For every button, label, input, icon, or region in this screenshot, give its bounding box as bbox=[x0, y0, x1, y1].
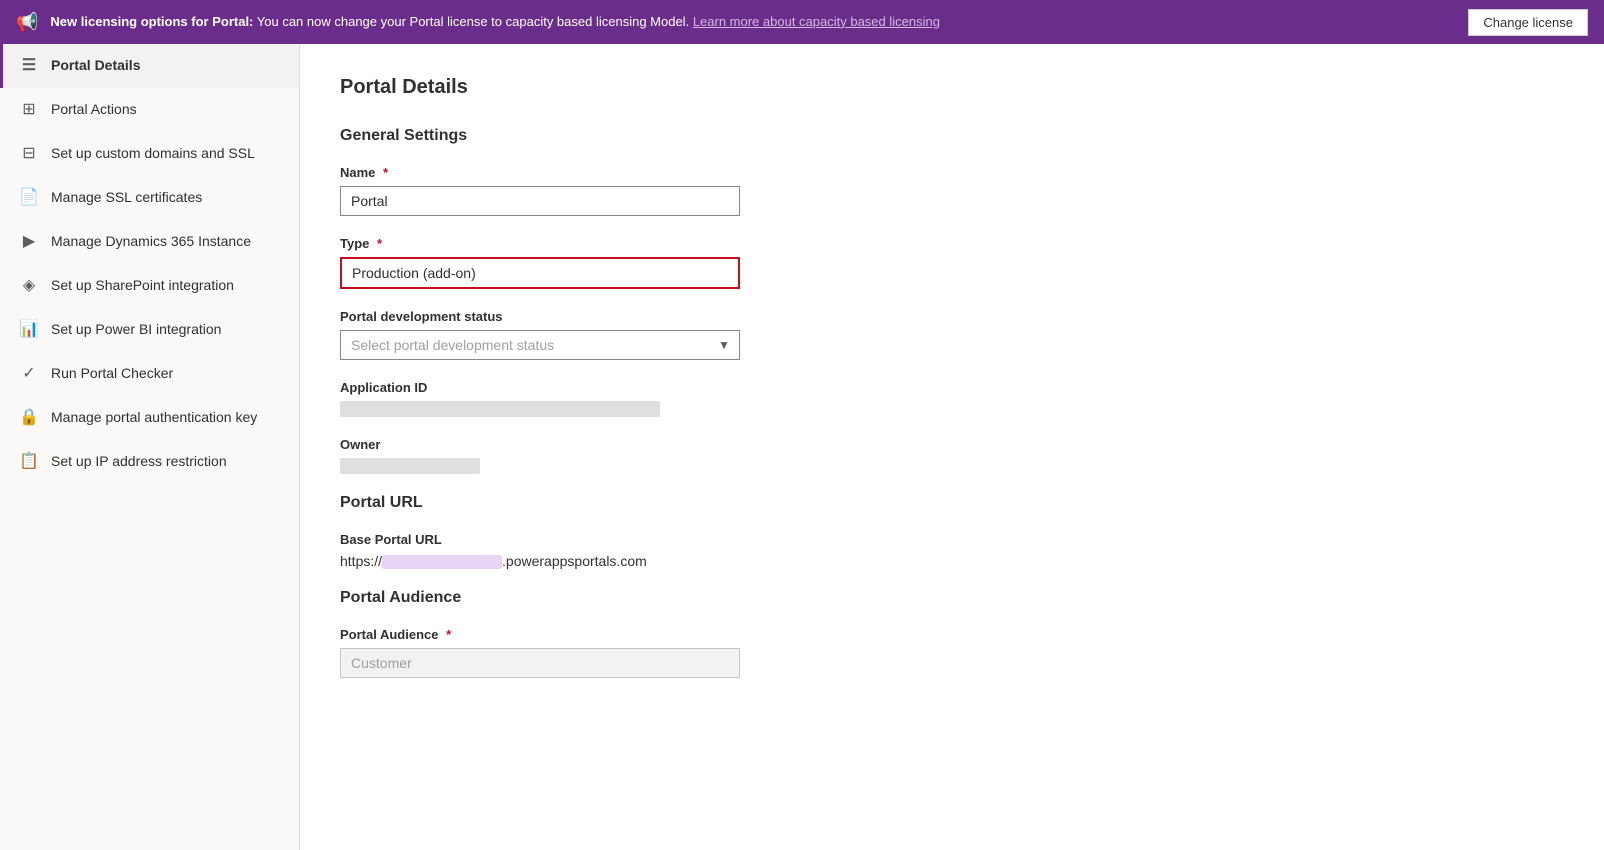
name-label: Name * bbox=[340, 165, 1564, 180]
sidebar-icon-sharepoint: ◈ bbox=[19, 276, 39, 296]
sidebar-icon-auth-key: 🔒 bbox=[19, 408, 39, 428]
url-redacted-part bbox=[382, 555, 502, 569]
sidebar-item-ip-restriction[interactable]: 📋 Set up IP address restriction bbox=[0, 440, 299, 484]
sidebar-icon-portal-checker: ✓ bbox=[19, 364, 39, 384]
sidebar-item-auth-key[interactable]: 🔒 Manage portal authentication key bbox=[0, 396, 299, 440]
portal-dev-status-wrapper: Select portal development status Develop… bbox=[340, 330, 740, 360]
audience-required-star: * bbox=[446, 627, 451, 642]
sidebar-label-portal-details: Portal Details bbox=[51, 56, 283, 76]
sidebar-item-sharepoint[interactable]: ◈ Set up SharePoint integration bbox=[0, 264, 299, 308]
sidebar-icon-portal-details: ☰ bbox=[19, 56, 39, 76]
banner-text: New licensing options for Portal: You ca… bbox=[50, 13, 1456, 31]
sidebar-icon-ssl-certs: 📄 bbox=[19, 188, 39, 208]
learn-more-link[interactable]: Learn more about capacity based licensin… bbox=[693, 14, 940, 29]
sidebar-item-portal-actions[interactable]: ⊞ Portal Actions bbox=[0, 88, 299, 132]
portal-dev-status-group: Portal development status Select portal … bbox=[340, 309, 1564, 360]
type-field-group: Type * bbox=[340, 236, 1564, 289]
announcement-icon: 📢 bbox=[16, 12, 38, 33]
base-portal-url-value: https:// .powerappsportals.com bbox=[340, 553, 1564, 569]
owner-label: Owner bbox=[340, 437, 1564, 452]
sidebar-item-dynamics-instance[interactable]: ▶ Manage Dynamics 365 Instance bbox=[0, 220, 299, 264]
sidebar-label-auth-key: Manage portal authentication key bbox=[51, 408, 283, 428]
application-id-redacted bbox=[340, 401, 660, 417]
name-required-star: * bbox=[383, 165, 388, 180]
name-field-group: Name * bbox=[340, 165, 1564, 216]
owner-redacted bbox=[340, 458, 480, 474]
portal-audience-title: Portal Audience bbox=[340, 589, 1564, 607]
sidebar-label-ip-restriction: Set up IP address restriction bbox=[51, 452, 283, 472]
sidebar: ☰ Portal Details ⊞ Portal Actions ⊟ Set up cu… bbox=[0, 44, 300, 850]
application-id-group: Application ID bbox=[340, 380, 1564, 417]
application-id-label: Application ID bbox=[340, 380, 1564, 395]
name-input[interactable] bbox=[340, 186, 740, 216]
portal-url-title: Portal URL bbox=[340, 494, 1564, 512]
content-area: Portal Details General Settings Name * T… bbox=[300, 44, 1604, 850]
sidebar-label-power-bi: Set up Power BI integration bbox=[51, 320, 283, 340]
banner-normal-text: You can now change your Portal license t… bbox=[257, 14, 689, 29]
url-prefix: https:// bbox=[340, 553, 382, 569]
portal-audience-label: Portal Audience * bbox=[340, 627, 1564, 642]
sidebar-item-portal-checker[interactable]: ✓ Run Portal Checker bbox=[0, 352, 299, 396]
sidebar-label-ssl-certs: Manage SSL certificates bbox=[51, 188, 283, 208]
sidebar-icon-portal-actions: ⊞ bbox=[19, 100, 39, 120]
sidebar-label-portal-actions: Portal Actions bbox=[51, 100, 283, 120]
sidebar-item-portal-details[interactable]: ☰ Portal Details bbox=[0, 44, 299, 88]
page-title: Portal Details bbox=[340, 76, 1564, 99]
sidebar-label-custom-domains: Set up custom domains and SSL bbox=[51, 144, 283, 164]
base-portal-url-group: Base Portal URL https:// .powerappsportal… bbox=[340, 532, 1564, 569]
sidebar-label-dynamics-instance: Manage Dynamics 365 Instance bbox=[51, 232, 283, 252]
sidebar-item-power-bi[interactable]: 📊 Set up Power BI integration bbox=[0, 308, 299, 352]
portal-dev-status-select[interactable]: Select portal development status Develop… bbox=[340, 330, 740, 360]
url-suffix: .powerappsportals.com bbox=[502, 553, 647, 569]
sidebar-icon-ip-restriction: 📋 bbox=[19, 452, 39, 472]
type-required-star: * bbox=[377, 236, 382, 251]
type-label: Type * bbox=[340, 236, 1564, 251]
change-license-button[interactable]: Change license bbox=[1468, 9, 1588, 36]
portal-audience-group: Portal Audience * bbox=[340, 627, 1564, 678]
type-input[interactable] bbox=[340, 257, 740, 289]
banner-bold-text: New licensing options for Portal: bbox=[50, 14, 253, 29]
sidebar-item-custom-domains[interactable]: ⊟ Set up custom domains and SSL bbox=[0, 132, 299, 176]
portal-dev-status-label: Portal development status bbox=[340, 309, 1564, 324]
sidebar-label-portal-checker: Run Portal Checker bbox=[51, 364, 283, 384]
sidebar-item-ssl-certs[interactable]: 📄 Manage SSL certificates bbox=[0, 176, 299, 220]
general-settings-title: General Settings bbox=[340, 127, 1564, 145]
owner-field-group: Owner bbox=[340, 437, 1564, 474]
sidebar-icon-dynamics-instance: ▶ bbox=[19, 232, 39, 252]
main-layout: ☰ Portal Details ⊞ Portal Actions ⊟ Set up cu… bbox=[0, 44, 1604, 850]
sidebar-label-sharepoint: Set up SharePoint integration bbox=[51, 276, 283, 296]
notification-banner: 📢 New licensing options for Portal: You … bbox=[0, 0, 1604, 44]
portal-audience-input[interactable] bbox=[340, 648, 740, 678]
sidebar-icon-power-bi: 📊 bbox=[19, 320, 39, 340]
sidebar-icon-custom-domains: ⊟ bbox=[19, 144, 39, 164]
base-portal-url-label: Base Portal URL bbox=[340, 532, 1564, 547]
